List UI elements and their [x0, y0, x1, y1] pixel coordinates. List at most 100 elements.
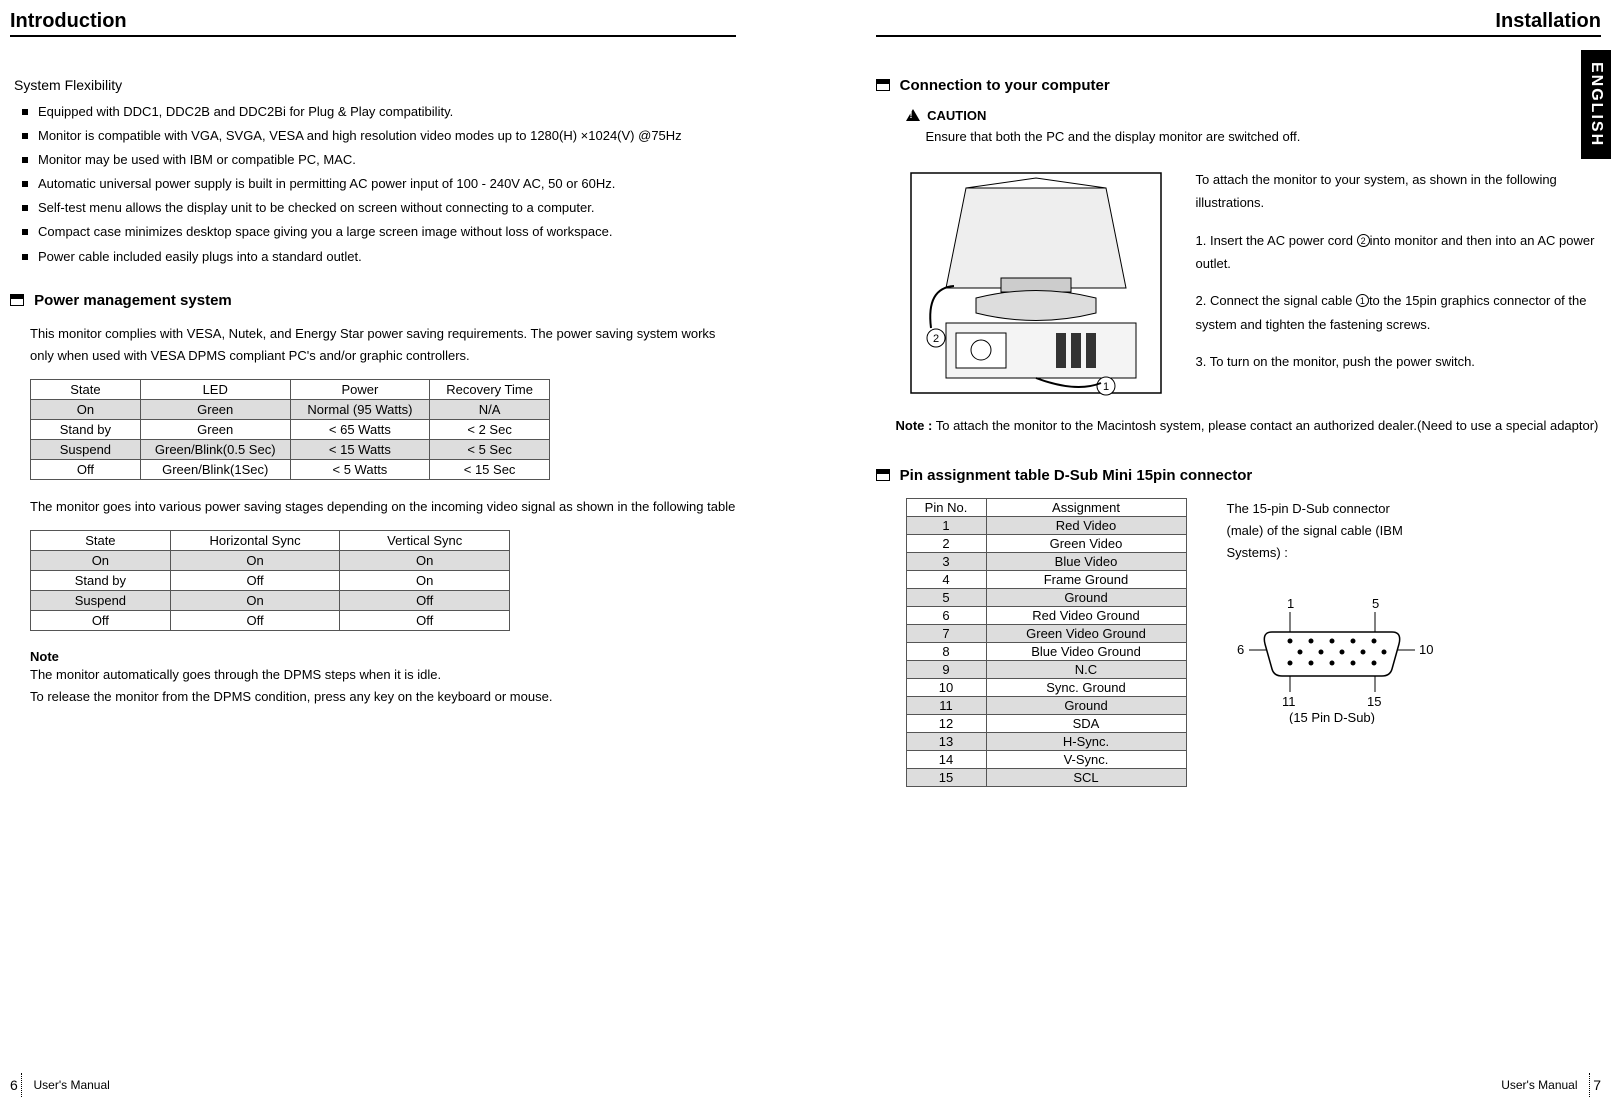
left-footer-label: User's Manual — [33, 1078, 109, 1092]
system-flexibility-list: Equipped with DDC1, DDC2B and DDC2Bi for… — [22, 101, 736, 268]
table-cell: Suspend — [31, 590, 171, 610]
table-cell: 8 — [906, 642, 986, 660]
system-flexibility-title: System Flexibility — [14, 77, 736, 93]
table-row: OnGreenNormal (95 Watts)N/A — [31, 399, 550, 419]
table-header: Vertical Sync — [340, 530, 510, 550]
pin-label-6: 6 — [1237, 642, 1244, 657]
install-row: 2 1 To attach the monitor to your system… — [906, 168, 1602, 401]
table-row: 6Red Video Ground — [906, 606, 1186, 624]
table-cell: < 15 Watts — [290, 439, 430, 459]
caution-text: Ensure that both the PC and the display … — [926, 127, 1602, 148]
table-cell: On — [340, 570, 510, 590]
table-cell: 10 — [906, 678, 986, 696]
system-flexibility-item: Compact case minimizes desktop space giv… — [22, 221, 736, 243]
caution-label: CAUTION — [927, 108, 986, 123]
table-cell: Off — [340, 610, 510, 630]
table-row: OffOffOff — [31, 610, 510, 630]
table-row: 7Green Video Ground — [906, 624, 1186, 642]
table-cell: < 5 Sec — [430, 439, 550, 459]
pin-title-text: Pin assignment table D-Sub Mini 15pin co… — [900, 467, 1253, 484]
table-cell: Green Video Ground — [986, 624, 1186, 642]
pin-label-11: 11 — [1282, 694, 1296, 709]
table-cell: Off — [31, 459, 141, 479]
table-cell: N/A — [430, 399, 550, 419]
table-cell: 15 — [906, 768, 986, 786]
mac-note: Note : To attach the monitor to the Maci… — [896, 415, 1602, 437]
table-row: 14V-Sync. — [906, 750, 1186, 768]
table-cell: Suspend — [31, 439, 141, 459]
pin-label-1: 1 — [1287, 596, 1294, 611]
table-cell: Green Video — [986, 534, 1186, 552]
table-cell: Green — [140, 399, 290, 419]
table-cell: 13 — [906, 732, 986, 750]
table-cell: On — [31, 399, 141, 419]
table-cell: N.C — [986, 660, 1186, 678]
right-footer: User's Manual 7 — [1493, 1073, 1601, 1097]
left-page-header: Introduction — [10, 10, 736, 37]
table-cell: Stand by — [31, 570, 171, 590]
table-row: Stand byOffOn — [31, 570, 510, 590]
table-cell: H-Sync. — [986, 732, 1186, 750]
dsub-connector-diagram: 1 5 6 10 — [1227, 594, 1437, 731]
pin-label-10: 10 — [1419, 642, 1433, 657]
dsub-caption: (15 Pin D-Sub) — [1289, 710, 1375, 724]
system-flexibility-item: Automatic universal power supply is buil… — [22, 173, 736, 195]
system-flexibility-item: Self-test menu allows the display unit t… — [22, 197, 736, 219]
caution-row: CAUTION — [906, 108, 1602, 123]
power-management-title-text: Power management system — [34, 292, 232, 309]
table-cell: Stand by — [31, 419, 141, 439]
table-cell: Ground — [986, 588, 1186, 606]
table-cell: 7 — [906, 624, 986, 642]
install-step1-a: 1. Insert the AC power cord — [1196, 233, 1357, 248]
table-cell: 4 — [906, 570, 986, 588]
install-step-2: 2. Connect the signal cable 1to the 15pi… — [1196, 289, 1602, 336]
pin-label-5: 5 — [1372, 596, 1379, 611]
caution-triangle-icon — [906, 109, 920, 121]
table-row: SuspendOnOff — [31, 590, 510, 610]
install-intro: To attach the monitor to your system, as… — [1196, 168, 1602, 215]
circled-1-icon: 1 — [1356, 294, 1369, 307]
footer-divider-icon — [1589, 1073, 1590, 1097]
table-cell: 5 — [906, 588, 986, 606]
system-flexibility-item: Monitor is compatible with VGA, SVGA, VE… — [22, 125, 736, 147]
table-header: Recovery Time — [430, 379, 550, 399]
table-cell: Green/Blink(0.5 Sec) — [140, 439, 290, 459]
table-row: 9N.C — [906, 660, 1186, 678]
power-management-desc: This monitor complies with VESA, Nutek, … — [30, 323, 736, 367]
table-header: Power — [290, 379, 430, 399]
connector-description-block: The 15-pin D-Sub connector (male) of the… — [1227, 498, 1437, 731]
table-cell: Off — [31, 610, 171, 630]
table-cell: Ground — [986, 696, 1186, 714]
pin-title: Pin assignment table D-Sub Mini 15pin co… — [876, 467, 1602, 484]
mac-note-text: To attach the monitor to the Macintosh s… — [932, 418, 1598, 433]
system-flexibility-item: Monitor may be used with IBM or compatib… — [22, 149, 736, 171]
install-step-1: 1. Insert the AC power cord 2into monito… — [1196, 229, 1602, 276]
table-header: Horizontal Sync — [170, 530, 340, 550]
dpms-note-line1: The monitor automatically goes through t… — [30, 664, 736, 686]
table-cell: 12 — [906, 714, 986, 732]
table-cell: 14 — [906, 750, 986, 768]
table-cell: Green/Blink(1Sec) — [140, 459, 290, 479]
table-cell: Off — [170, 570, 340, 590]
table-cell: Red Video Ground — [986, 606, 1186, 624]
monitor-illustration: 2 1 — [906, 168, 1166, 401]
table-cell: 9 — [906, 660, 986, 678]
table-cell: 2 — [906, 534, 986, 552]
table-row: 5Ground — [906, 588, 1186, 606]
table-row: 15SCL — [906, 768, 1186, 786]
connector-description: The 15-pin D-Sub connector (male) of the… — [1227, 498, 1427, 564]
table-cell: Frame Ground — [986, 570, 1186, 588]
power-between-text: The monitor goes into various power savi… — [30, 496, 736, 518]
right-page-header: Installation — [876, 10, 1602, 37]
table-cell: V-Sync. — [986, 750, 1186, 768]
right-page: Installation ENGLISH Connection to your … — [806, 0, 1611, 1117]
table-cell: Blue Video — [986, 552, 1186, 570]
table-cell: Normal (95 Watts) — [290, 399, 430, 419]
table-cell: 1 — [906, 516, 986, 534]
mac-note-label: Note : — [896, 418, 933, 433]
table-cell: SDA — [986, 714, 1186, 732]
power-management-title: Power management system — [10, 292, 736, 309]
table-row: 12SDA — [906, 714, 1186, 732]
table-header: Assignment — [986, 498, 1186, 516]
table-cell: < 2 Sec — [430, 419, 550, 439]
